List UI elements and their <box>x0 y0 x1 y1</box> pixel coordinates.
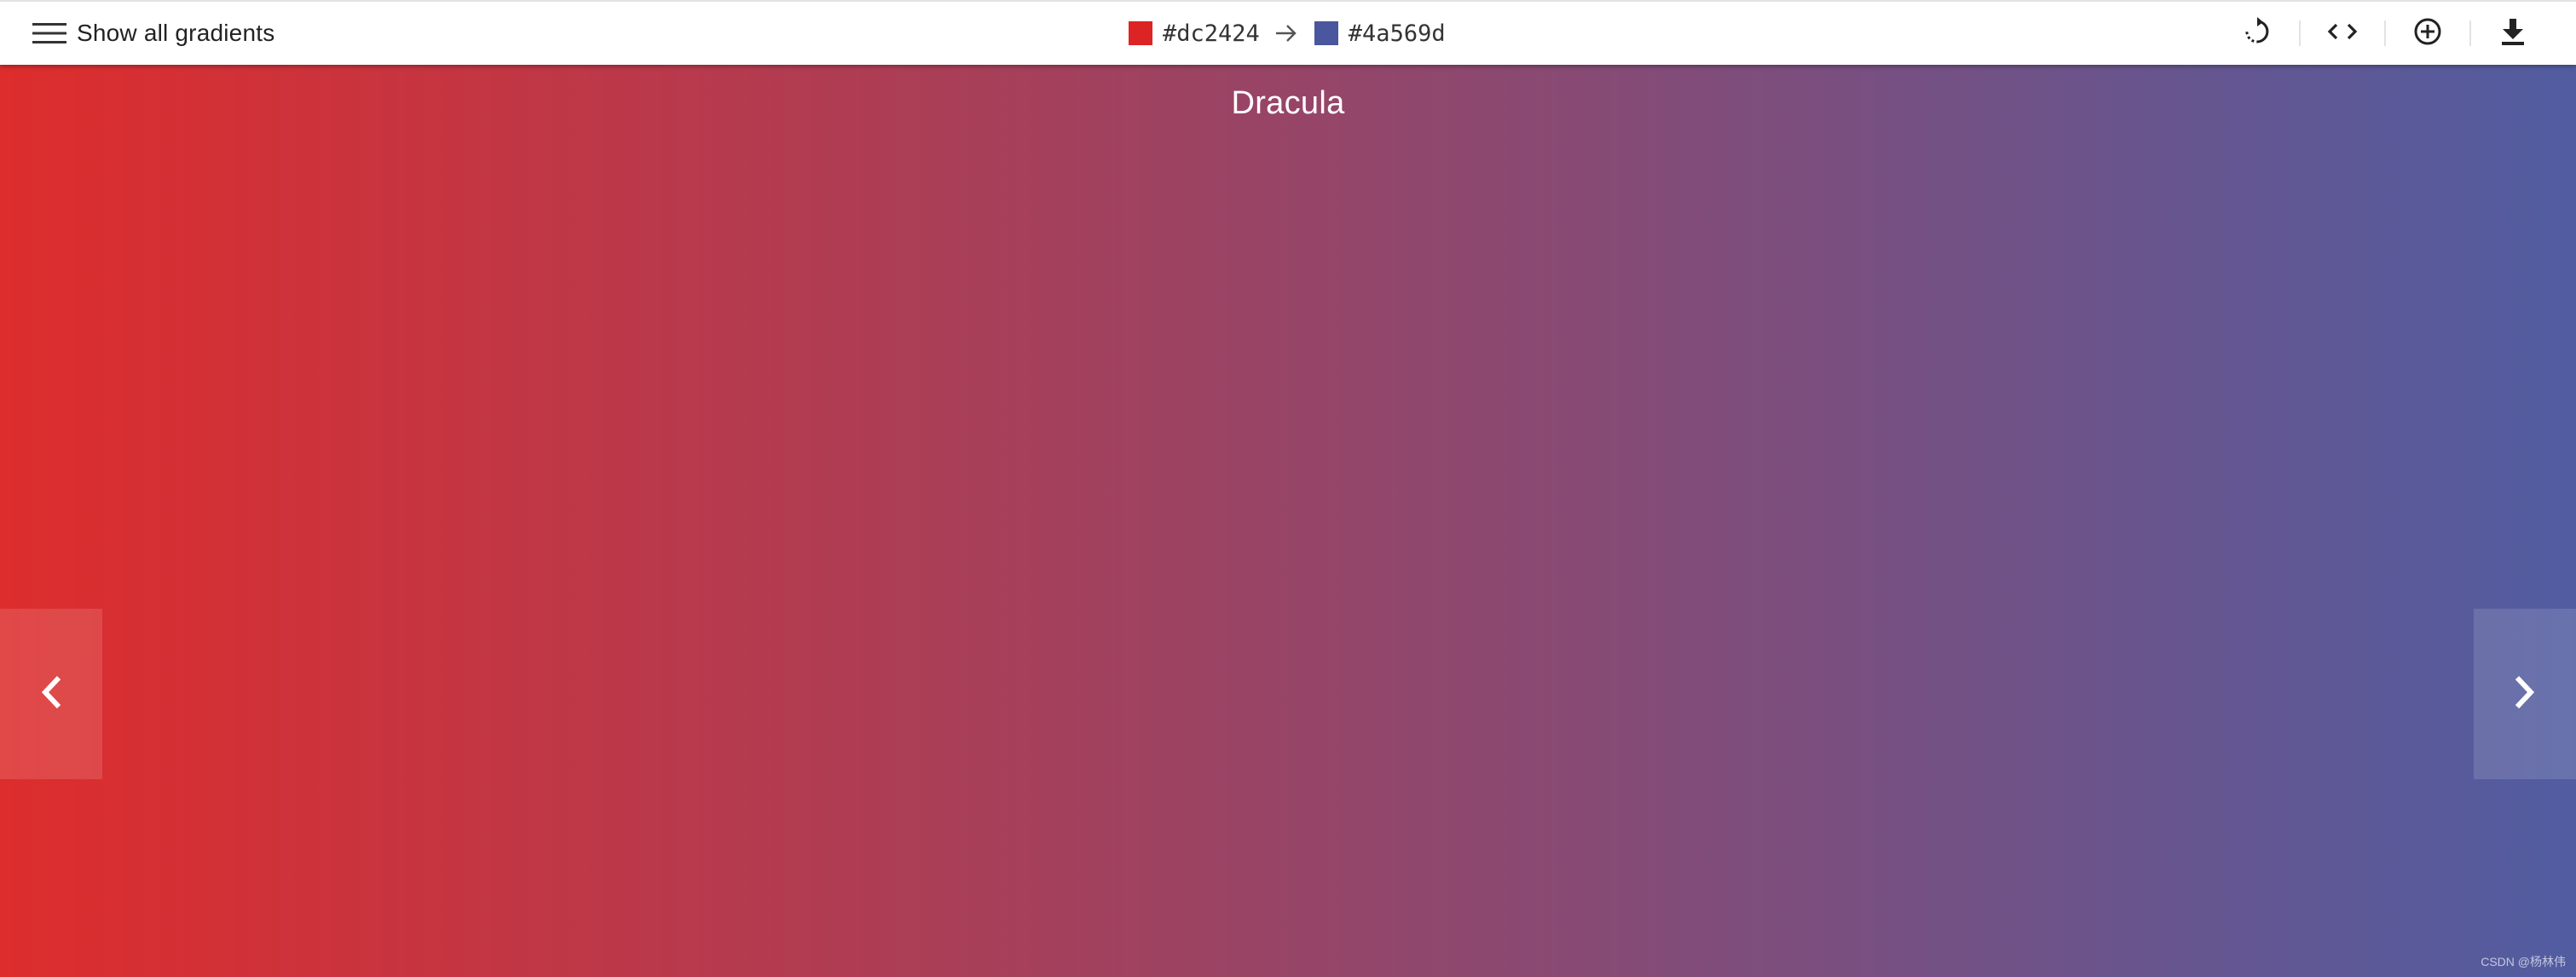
download-button[interactable] <box>2492 13 2533 54</box>
arrow-right-icon <box>1275 24 1297 43</box>
code-icon <box>2327 21 2358 46</box>
chevron-right-icon <box>2510 673 2539 716</box>
download-icon <box>2500 17 2526 50</box>
get-css-code-button[interactable] <box>2322 13 2363 54</box>
toolbar-divider <box>2469 20 2471 46</box>
rotate-icon <box>2243 16 2272 50</box>
toolbar-divider <box>2384 20 2386 46</box>
color-swatch-end <box>1314 21 1338 45</box>
add-gradient-button[interactable] <box>2407 13 2448 54</box>
gradient-preview <box>0 65 2576 977</box>
show-all-gradients-button[interactable]: Show all gradients <box>32 2 274 65</box>
previous-gradient-button[interactable] <box>0 609 102 779</box>
gradient-name: Dracula <box>1231 85 1345 121</box>
add-circle-icon <box>2413 17 2442 50</box>
top-toolbar: Show all gradients #dc2424 #4a569d <box>0 0 2576 65</box>
color-hex-end[interactable]: #4a569d <box>1349 20 1446 47</box>
next-gradient-button[interactable] <box>2474 609 2576 779</box>
toolbar-divider <box>2299 20 2301 46</box>
gradient-colors: #dc2424 #4a569d <box>1129 2 1446 65</box>
rotate-gradient-button[interactable] <box>2237 13 2278 54</box>
color-swatch-start <box>1129 21 1152 45</box>
toolbar-actions <box>2237 2 2533 65</box>
color-hex-start[interactable]: #dc2424 <box>1163 20 1260 47</box>
show-all-gradients-label: Show all gradients <box>77 20 275 46</box>
hamburger-menu-icon <box>32 21 66 45</box>
chevron-left-icon <box>37 673 66 716</box>
watermark: CSDN @杨林伟 <box>2481 955 2566 968</box>
